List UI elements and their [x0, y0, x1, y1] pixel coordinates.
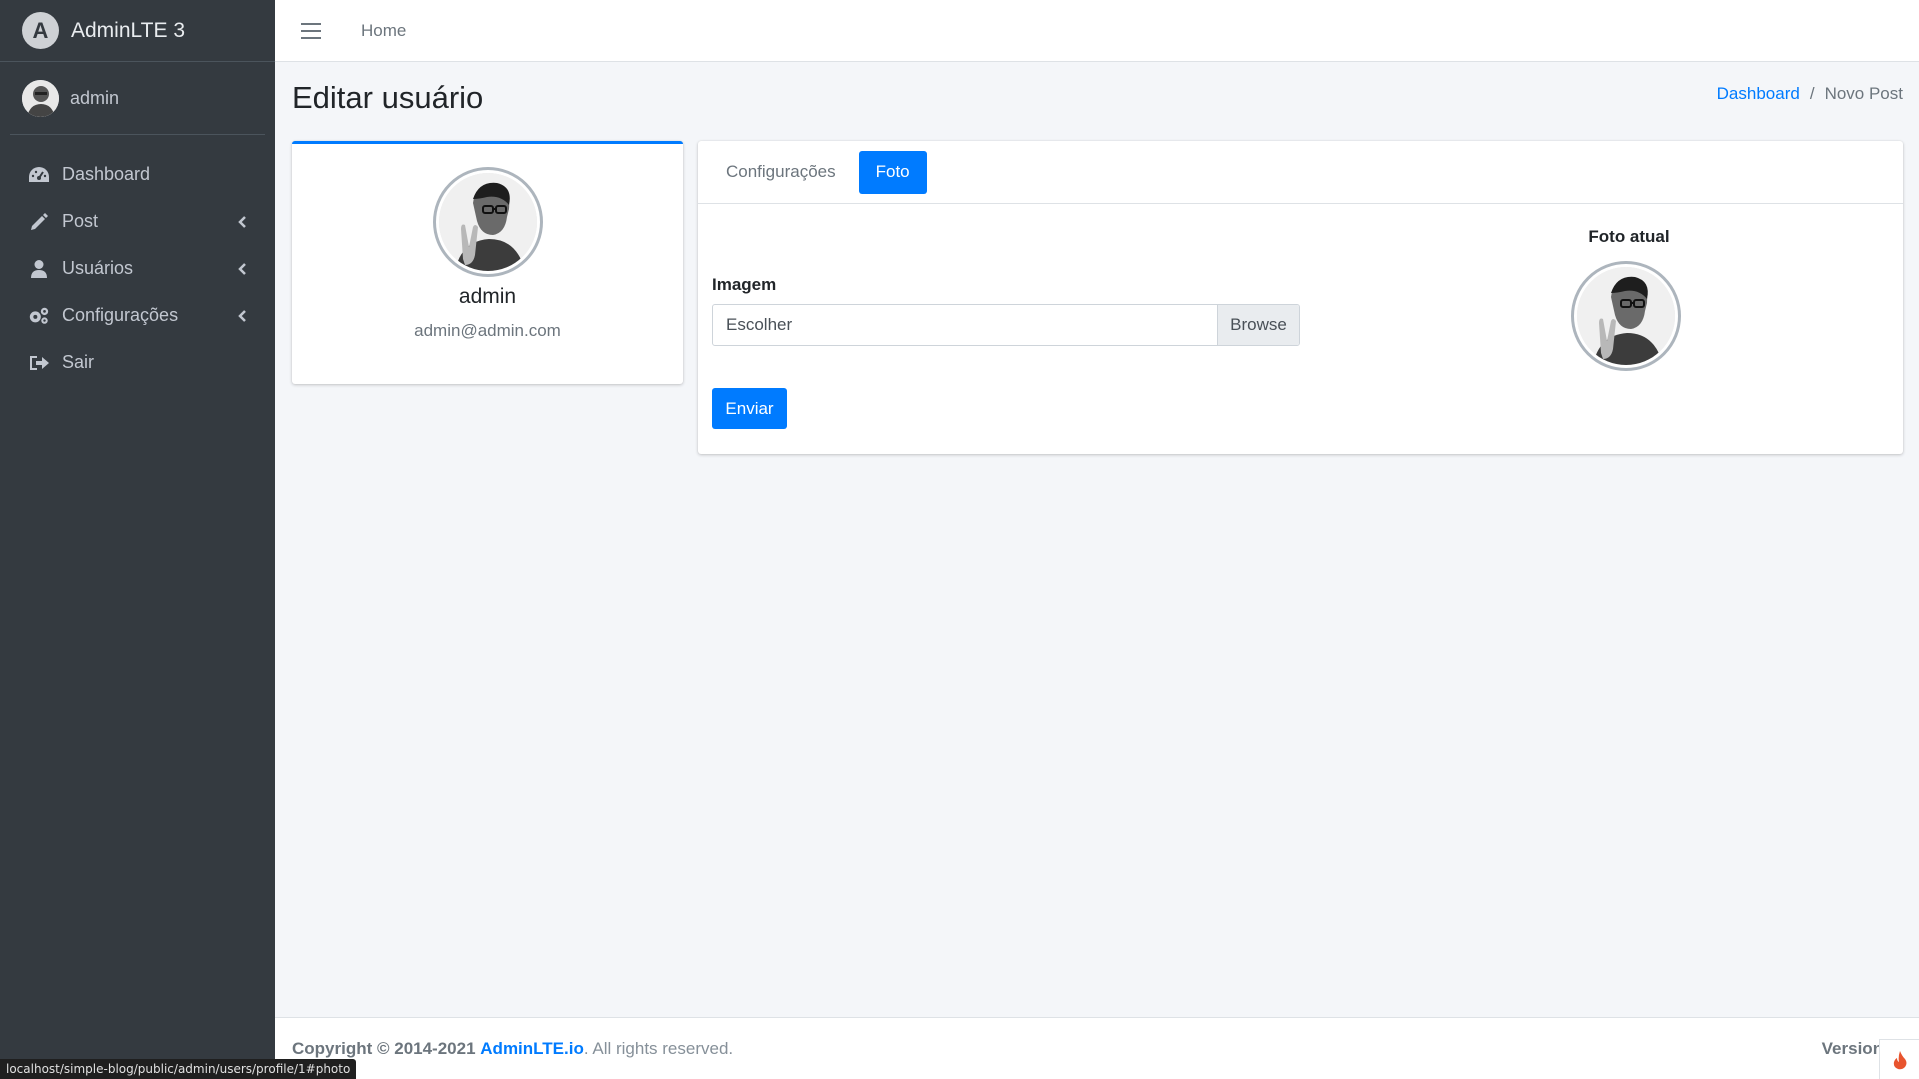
sidebar-item-label: Usuários: [62, 258, 134, 278]
brand-name: AdminLTE 3: [71, 18, 185, 42]
current-photo: [1571, 261, 1681, 371]
chevron-left-icon: [235, 309, 249, 323]
breadcrumb-link-dashboard[interactable]: Dashboard: [1717, 84, 1800, 104]
gears-icon: [28, 305, 50, 327]
sidebar-item-label: Post: [62, 211, 99, 231]
page-title: Editar usuário: [292, 80, 484, 115]
chevron-left-icon: [235, 215, 249, 229]
browse-button[interactable]: Browse: [1217, 305, 1299, 345]
user-avatar: [22, 79, 59, 117]
edit-user-card: Configurações Foto Imagem Escolher Brows…: [698, 141, 1903, 454]
breadcrumb-separator: /: [1809, 84, 1815, 103]
tab-configuracoes[interactable]: Configurações: [709, 151, 853, 194]
image-file-input[interactable]: Escolher Browse: [712, 304, 1300, 346]
file-input-placeholder: Escolher: [726, 315, 793, 334]
tab-foto[interactable]: Foto: [858, 150, 927, 194]
bars-icon[interactable]: [301, 22, 321, 39]
brand-logo-icon: A: [22, 12, 59, 49]
user-icon: [28, 258, 50, 280]
profile-card: admin admin@admin.com: [292, 141, 683, 384]
image-field-label: Imagem: [712, 275, 777, 294]
tachometer-icon: [28, 164, 50, 186]
user-name: admin: [70, 87, 120, 108]
copyright-suffix: . All rights reserved.: [583, 1038, 734, 1058]
breadcrumb-current: Novo Post: [1824, 84, 1903, 103]
sidebar-item-sair[interactable]: Sair: [10, 339, 265, 386]
current-photo-label: Foto atual: [1588, 227, 1670, 246]
sidebar-item-post[interactable]: Post: [10, 198, 265, 245]
profile-name: admin: [458, 285, 517, 308]
breadcrumb: Dashboard / Novo Post: [1717, 84, 1903, 104]
brand-link[interactable]: A AdminLTE 3: [0, 0, 275, 62]
copyright-label: Copyright © 2014-2021: [292, 1038, 476, 1058]
submit-button[interactable]: Enviar: [712, 388, 787, 429]
sidebar-item-label: Configurações: [62, 305, 179, 325]
copyright-text: Copyright © 2014-2021 AdminLTE.io. All r…: [292, 1039, 733, 1059]
browser-status-url: localhost/simple-blog/public/admin/users…: [0, 1059, 357, 1079]
sidebar-item-usuarios[interactable]: Usuários: [10, 245, 265, 292]
sidebar-item-configuracoes[interactable]: Configurações: [10, 292, 265, 339]
home-link[interactable]: Home: [361, 21, 406, 41]
profile-avatar: [432, 167, 543, 277]
chevron-left-icon: [235, 262, 249, 276]
sign-out-icon: [28, 352, 50, 374]
sidebar-nav: Dashboard Post Usuários Configurações Sa…: [0, 151, 275, 386]
fire-icon[interactable]: [1879, 1039, 1919, 1079]
sidebar-item-label: Dashboard: [62, 164, 151, 184]
top-navbar: Home: [275, 0, 1919, 62]
main-footer: Copyright © 2014-2021 AdminLTE.io. All r…: [275, 1017, 1919, 1079]
sidebar-item-label: Sair: [62, 352, 95, 372]
content-wrapper: Editar usuário Dashboard / Novo Post adm…: [275, 62, 1919, 1017]
version-label: Version: [1821, 1038, 1884, 1058]
user-panel[interactable]: admin: [10, 62, 265, 135]
main-sidebar: A AdminLTE 3 admin Dashboard Post Usuári…: [0, 0, 275, 1079]
sidebar-item-dashboard[interactable]: Dashboard: [10, 151, 265, 198]
pencil-icon: [28, 211, 50, 233]
adminlte-link[interactable]: AdminLTE.io: [480, 1039, 584, 1058]
tab-list: Configurações Foto: [698, 141, 1903, 204]
profile-email: admin@admin.com: [414, 321, 561, 340]
